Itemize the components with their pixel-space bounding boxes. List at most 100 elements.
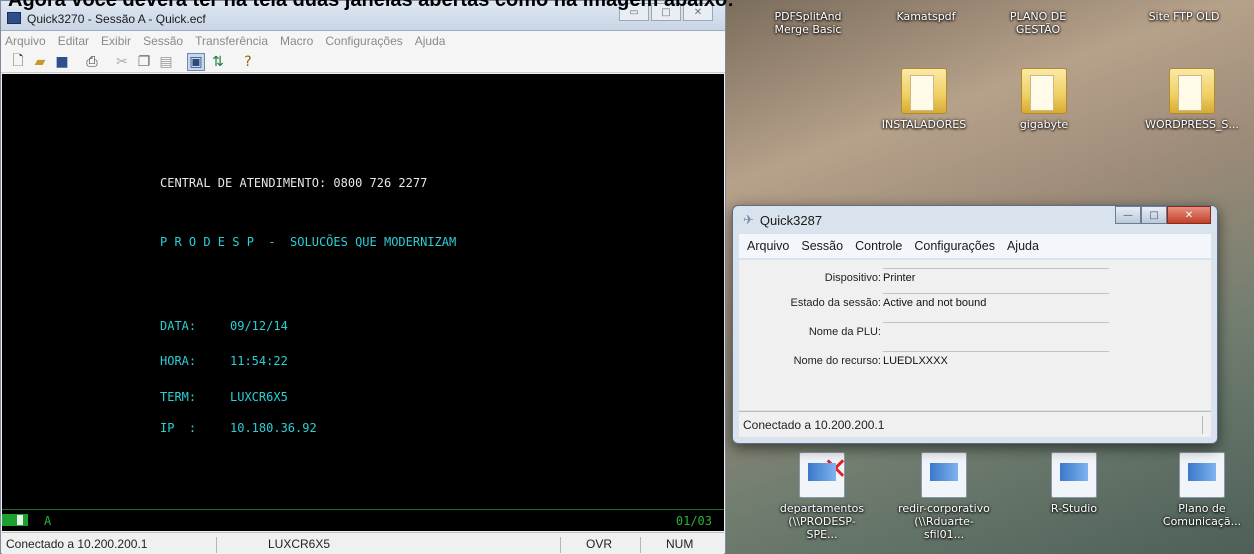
terminal-hora-label: HORA: <box>160 354 197 368</box>
minimize-button[interactable]: — <box>1115 206 1141 224</box>
terminal-screen[interactable]: CENTRAL DE ATENDIMENTO: 0800 726 2277 P … <box>2 74 724 509</box>
menu-configuracoes[interactable]: Configurações <box>914 239 995 253</box>
menu-arquivo[interactable]: Arquivo <box>747 239 789 253</box>
window-title: Quick3270 - Sessão A - Quick.ecf <box>27 11 206 26</box>
field-nome-plu: Nome da PLU: <box>739 322 1211 344</box>
field-value: Active and not bound <box>883 297 987 309</box>
menu-controle[interactable]: Controle <box>855 239 902 253</box>
menu-bar: Arquivo Sessão Controle Configurações Aj… <box>739 234 1211 258</box>
desktop-icon-redir-corporativo[interactable]: redir-corporativo (\\Rduarte-sfil01... <box>896 452 992 541</box>
field-value: Printer <box>883 272 916 284</box>
operator-info-area: A 01/03 <box>2 509 724 531</box>
quick3270-window: Quick3270 - Sessão A - Quick.ecf ▭ □ ✕ A… <box>0 0 726 554</box>
terminal-ip-label: IP : <box>160 421 197 435</box>
desktop-icon-label: PDFSplitAnd Merge Basic <box>774 10 842 36</box>
desktop-icon-label: INSTALADORES <box>881 118 967 131</box>
desktop-icon-label: Site FTP OLD <box>1148 10 1220 23</box>
field-dispositivo: Dispositivo: Printer <box>739 268 1211 290</box>
maximize-button[interactable]: □ <box>1141 206 1167 224</box>
terminal-central-line: CENTRAL DE ATENDIMENTO: 0800 726 2277 <box>160 176 428 190</box>
desktop-icon-wordpress[interactable]: WORDPRESS_S... <box>1144 68 1240 131</box>
menu-sessao[interactable]: Sessão <box>801 239 843 253</box>
desktop-icon-departamentos[interactable]: ✕ departamentos (\\PRODESP-SPE... <box>774 452 870 541</box>
terminal-data-value: 09/12/14 <box>230 319 288 333</box>
session-info-panel: Dispositivo: Printer Estado da sessão: A… <box>739 260 1211 410</box>
terminal-data-label: DATA: <box>160 319 197 333</box>
terminal-slogan: P R O D E S P - SOLUCÕES QUE MODERNIZAM <box>160 235 457 249</box>
desktop-icon-gigabyte[interactable]: gigabyte <box>996 68 1092 131</box>
network-drive-icon <box>921 452 967 498</box>
oia-mode: A <box>44 514 52 528</box>
r-studio-icon <box>1051 452 1097 498</box>
transfer-icon[interactable]: ⇅ <box>209 53 227 71</box>
new-file-icon[interactable]: 🗋 <box>9 53 27 71</box>
desktop-icon-label: R-Studio <box>1050 502 1098 515</box>
menu-configuracoes[interactable]: Configurações <box>325 34 402 48</box>
status-numlock: NUM <box>666 537 694 551</box>
paste-icon[interactable]: ▤ <box>157 53 175 71</box>
desktop-icon-pdfsplit[interactable]: PDFSplitAnd Merge Basic <box>760 10 856 36</box>
desktop-icon-label: WORDPRESS_S... <box>1145 118 1239 131</box>
menu-ajuda[interactable]: Ajuda <box>415 34 446 48</box>
desktop-icon-kamatspdf[interactable]: Kamatspdf <box>878 10 974 23</box>
network-drive-icon: ✕ <box>799 452 848 498</box>
desktop-icon-label: redir-corporativo (\\Rduarte-sfil01... <box>898 502 990 541</box>
field-estado-sessao: Estado da sessão: Active and not bound <box>739 293 1211 315</box>
status-overtype: OVR <box>586 537 613 551</box>
help-icon[interactable]: ? <box>239 53 257 71</box>
status-bar: Conectado a 10.200.200.1 <box>739 411 1211 437</box>
printer-app-icon: ✈ <box>743 212 754 228</box>
field-nome-recurso: Nome do recurso: LUEDLXXXX <box>739 351 1211 373</box>
folder-icon <box>1169 68 1215 114</box>
desktop-icon-r-studio[interactable]: R-Studio <box>1026 452 1122 515</box>
copy-icon[interactable]: ❐ <box>135 53 153 71</box>
status-connection: Conectado a 10.200.200.1 <box>743 418 885 432</box>
toolbar: 🗋 ▰ ■ ⎙ ✂ ❐ ▤ ▣ ⇅ ? <box>1 51 725 73</box>
status-connection: Conectado a 10.200.200.1 <box>6 537 148 551</box>
terminal-ip-value: 10.180.36.92 <box>230 421 317 435</box>
desktop-icon-label: departamentos (\\PRODESP-SPE... <box>779 502 865 541</box>
session-connect-icon[interactable]: ▣ <box>187 52 205 71</box>
open-folder-icon[interactable]: ▰ <box>31 53 49 71</box>
field-label: Nome do recurso: <box>793 355 881 367</box>
field-label: Dispositivo: <box>824 272 881 284</box>
window-title: Quick3287 <box>759 212 823 228</box>
field-value: LUEDLXXXX <box>883 355 948 367</box>
desktop-icon-label: Kamatspdf <box>896 10 956 23</box>
status-lu-name: LUXCR6X5 <box>268 537 331 551</box>
desktop-icon-instaladores[interactable]: INSTALADORES <box>876 68 972 131</box>
status-bar: Conectado a 10.200.200.1 LUXCR6X5 OVR NU… <box>2 532 724 554</box>
desktop-icon-label: Plano de Comunicaçã... <box>1162 502 1242 528</box>
field-label: Estado da sessão: <box>790 297 881 309</box>
save-icon[interactable]: ■ <box>53 53 71 71</box>
desktop-icon-plano-comunicacao[interactable]: Plano de Comunicaçã... <box>1154 452 1250 528</box>
close-button[interactable]: ✕ <box>1167 206 1211 224</box>
menu-macro[interactable]: Macro <box>280 34 313 48</box>
connection-indicator-icon <box>2 514 28 526</box>
print-icon[interactable]: ⎙ <box>83 53 101 71</box>
field-label: Nome da PLU: <box>808 326 881 338</box>
desktop-icon-plano-gestao[interactable]: PLANO DE GESTÃO <box>990 10 1086 36</box>
folder-icon <box>901 68 947 114</box>
menu-exibir[interactable]: Exibir <box>101 34 131 48</box>
menu-transferencia[interactable]: Transferência <box>195 34 268 48</box>
cut-icon[interactable]: ✂ <box>113 53 131 71</box>
menu-arquivo[interactable]: Arquivo <box>5 34 46 48</box>
title-bar[interactable]: ✈ Quick3287 — □ ✕ <box>733 206 1217 234</box>
menu-editar[interactable]: Editar <box>58 34 89 48</box>
desktop-icon-label: gigabyte <box>1019 118 1069 131</box>
desktop-icon-label: PLANO DE GESTÃO <box>1009 10 1067 36</box>
quick3287-window: ✈ Quick3287 — □ ✕ Arquivo Sessão Control… <box>732 205 1218 444</box>
presentation-icon <box>1179 452 1225 498</box>
terminal-term-value: LUXCR6X5 <box>230 390 288 404</box>
folder-icon <box>1021 68 1067 114</box>
cursor-position: 01/03 <box>675 514 712 528</box>
menu-bar: Arquivo Editar Exibir Sessão Transferênc… <box>1 31 725 51</box>
window-controls: — □ ✕ <box>1115 206 1211 224</box>
terminal-term-label: TERM: <box>160 390 197 404</box>
desktop-icon-site-ftp[interactable]: Site FTP OLD <box>1136 10 1232 23</box>
terminal-hora-value: 11:54:22 <box>230 354 288 368</box>
disconnected-icon: ✕ <box>822 452 848 487</box>
menu-sessao[interactable]: Sessão <box>143 34 183 48</box>
menu-ajuda[interactable]: Ajuda <box>1007 239 1039 253</box>
